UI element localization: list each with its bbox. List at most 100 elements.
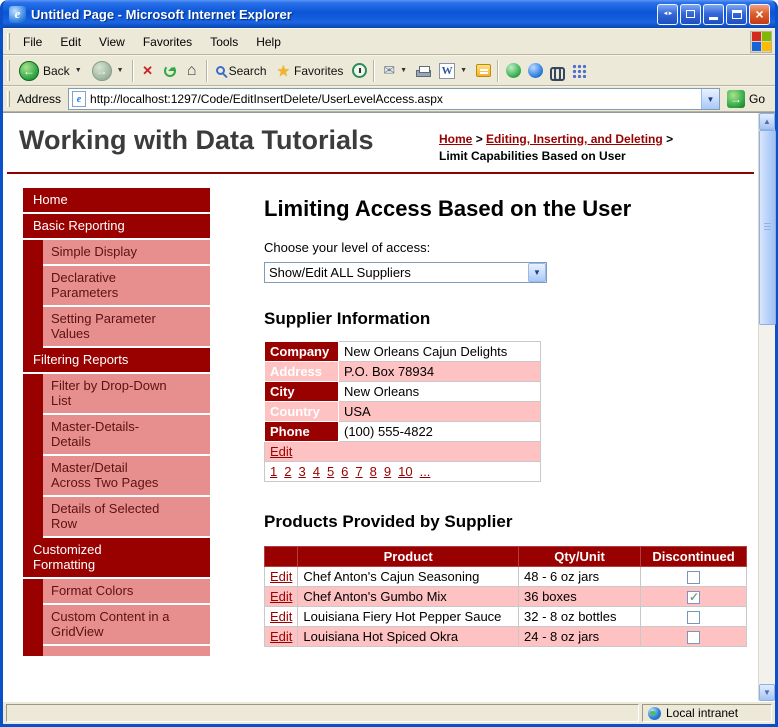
discontinued-checkbox[interactable]: [687, 570, 700, 584]
discuss-button[interactable]: [472, 60, 494, 82]
vertical-scrollbar[interactable]: ▲ ▼: [758, 113, 776, 701]
scroll-up-button[interactable]: ▲: [759, 113, 775, 130]
discontinued-checkbox[interactable]: [687, 590, 700, 604]
intranet-globe-icon: [648, 706, 661, 720]
toolbar-separator: [131, 59, 134, 82]
pager-link-4[interactable]: 4: [313, 464, 320, 479]
history-icon: [351, 63, 367, 78]
sidebar-item-clipped[interactable]: [43, 645, 210, 656]
scrollbar-thumb[interactable]: [759, 130, 776, 325]
pager-link-3[interactable]: 3: [298, 464, 305, 479]
menu-view[interactable]: View: [90, 31, 134, 53]
sidebar-item-home[interactable]: Home: [23, 187, 210, 214]
menu-help[interactable]: Help: [247, 31, 290, 53]
field-value: New Orleans Cajun Delights: [338, 340, 541, 362]
home-icon: ⌂: [186, 61, 197, 79]
header-discontinued: Discontinued: [640, 545, 747, 567]
go-button[interactable]: → Go: [720, 90, 771, 108]
row-edit-link[interactable]: Edit: [270, 609, 292, 624]
sidebar-item-setting-parameter-values[interactable]: Setting Parameter Values: [43, 306, 210, 348]
ie-page-icon: e: [72, 91, 87, 107]
search-button[interactable]: Search: [211, 62, 272, 80]
scroll-down-button[interactable]: ▼: [759, 684, 775, 701]
menu-tools[interactable]: Tools: [201, 31, 247, 53]
pager-link-9[interactable]: 9: [384, 464, 391, 479]
header-product: Product: [297, 545, 519, 567]
edit-with-word-button[interactable]: W ▼: [434, 61, 472, 81]
favorites-button[interactable]: ★ Favorites: [272, 60, 349, 82]
titlebar-extra-button-2[interactable]: [680, 3, 701, 25]
stop-button[interactable]: ✕: [137, 60, 159, 82]
forward-button[interactable]: → ▼: [87, 59, 129, 83]
pager-link-more[interactable]: ...: [420, 464, 431, 479]
scrollbar-track[interactable]: [759, 130, 776, 684]
sidebar-item-basic-reporting[interactable]: Basic Reporting: [23, 213, 210, 240]
title-bar[interactable]: e Untitled Page - Microsoft Internet Exp…: [3, 0, 775, 28]
pager-link-5[interactable]: 5: [327, 464, 334, 479]
menu-favorites[interactable]: Favorites: [134, 31, 201, 53]
breadcrumb-home-link[interactable]: Home: [439, 132, 472, 146]
sidebar-item-details-of-selected-row[interactable]: Details of Selected Row: [43, 496, 210, 538]
access-level-selected-value: Show/Edit ALL Suppliers: [269, 264, 411, 280]
product-qty: 24 - 8 oz jars: [518, 625, 641, 648]
toolbar-grip[interactable]: [7, 60, 10, 81]
messenger-button[interactable]: [502, 60, 524, 82]
menu-edit[interactable]: Edit: [51, 31, 90, 53]
pager-link-7[interactable]: 7: [355, 464, 362, 479]
windows-logo-icon: [750, 30, 772, 53]
back-button[interactable]: ← Back ▼: [14, 59, 87, 83]
edit-chevron-down-icon: ▼: [460, 67, 468, 74]
row-edit-link[interactable]: Edit: [270, 629, 292, 644]
menubar-grip[interactable]: [7, 32, 10, 51]
web-button[interactable]: [524, 60, 546, 82]
status-message-pane: [6, 704, 639, 722]
supplier-edit-link[interactable]: Edit: [270, 444, 292, 459]
dropdown-arrow-button[interactable]: ▼: [528, 262, 546, 282]
pager-link-1[interactable]: 1: [270, 464, 277, 479]
sidebar-item-simple-display[interactable]: Simple Display: [43, 239, 210, 266]
web-icon: [527, 63, 543, 78]
field-value: New Orleans: [338, 380, 541, 402]
sidebar-item-master-details-details[interactable]: Master-Details-Details: [43, 414, 210, 456]
product-name: Louisiana Fiery Hot Pepper Sauce: [297, 605, 519, 627]
pager-link-10[interactable]: 10: [398, 464, 412, 479]
menu-file[interactable]: File: [14, 31, 51, 53]
refresh-button[interactable]: [159, 60, 181, 82]
titlebar-extra-button-1[interactable]: ◄►: [657, 3, 678, 25]
discontinued-checkbox[interactable]: [687, 610, 700, 624]
field-value: P.O. Box 78934: [338, 360, 541, 382]
sidebar-item-customized-formatting[interactable]: Customized Formatting: [23, 537, 210, 579]
row-edit-link[interactable]: Edit: [270, 589, 292, 604]
sidebar-item-format-colors[interactable]: Format Colors: [43, 578, 210, 605]
sidebar-item-master-detail-two-pages[interactable]: Master/Detail Across Two Pages: [43, 455, 210, 497]
access-level-dropdown[interactable]: Show/Edit ALL Suppliers ▼: [264, 261, 547, 283]
address-url[interactable]: http://localhost:1297/Code/EditInsertDel…: [90, 92, 701, 106]
row-edit-link[interactable]: Edit: [270, 569, 292, 584]
field-label: City: [264, 380, 339, 402]
quick-launch-button[interactable]: [568, 60, 590, 82]
address-input[interactable]: e http://localhost:1297/Code/EditInsertD…: [68, 88, 720, 110]
address-dropdown-button[interactable]: ▼: [700, 89, 719, 109]
breadcrumb-section-link[interactable]: Editing, Inserting, and Deleting: [486, 132, 663, 146]
discontinued-checkbox[interactable]: [687, 631, 700, 645]
home-button[interactable]: ⌂: [181, 60, 203, 82]
address-bar: Address e http://localhost:1297/Code/Edi…: [3, 86, 775, 112]
maximize-button[interactable]: [726, 3, 747, 25]
print-button[interactable]: [412, 60, 434, 82]
mail-icon: ✉: [383, 62, 396, 78]
field-label: Company: [264, 340, 339, 362]
addressbar-grip[interactable]: [7, 90, 10, 108]
sidebar-item-declarative-parameters[interactable]: Declarative Parameters: [43, 265, 210, 307]
history-button[interactable]: [348, 60, 370, 82]
pager-link-2[interactable]: 2: [284, 464, 291, 479]
close-button[interactable]: ×: [749, 3, 770, 25]
research-button[interactable]: [546, 60, 568, 82]
breadcrumb: Home > Editing, Inserting, and Deleting …: [439, 131, 744, 166]
sidebar-item-filter-by-dropdown-list[interactable]: Filter by Drop-Down List: [43, 373, 210, 415]
pager-link-8[interactable]: 8: [370, 464, 377, 479]
sidebar-item-custom-content-gridview[interactable]: Custom Content in a GridView: [43, 604, 210, 646]
sidebar-item-filtering-reports[interactable]: Filtering Reports: [23, 347, 210, 374]
minimize-button[interactable]: [703, 3, 724, 25]
pager-link-6[interactable]: 6: [341, 464, 348, 479]
mail-button[interactable]: ✉ ▼: [378, 60, 412, 81]
